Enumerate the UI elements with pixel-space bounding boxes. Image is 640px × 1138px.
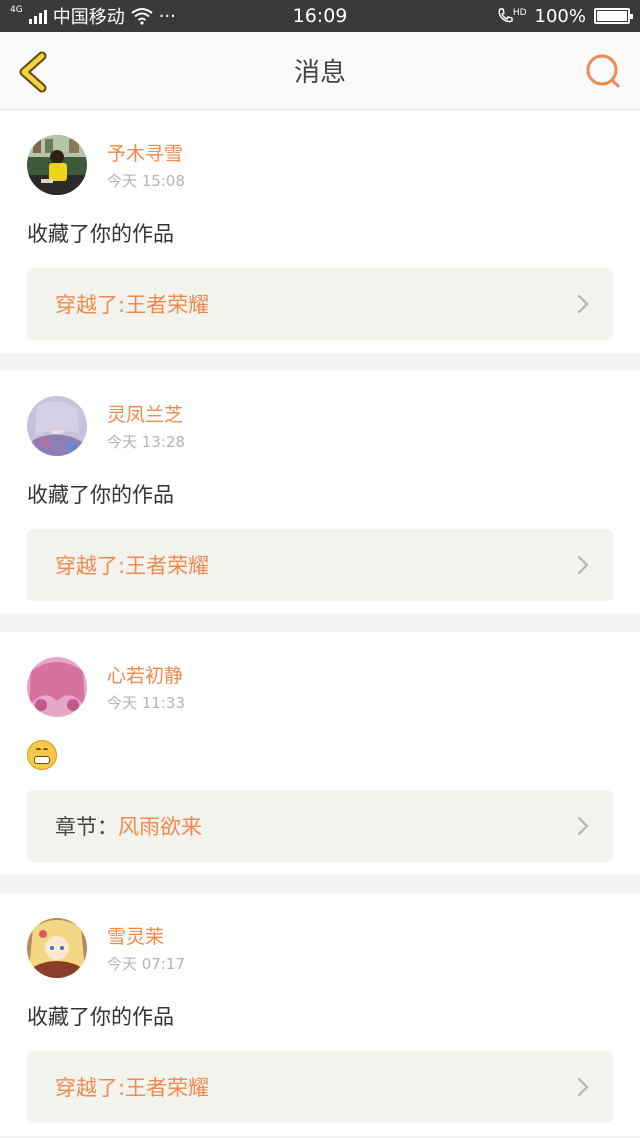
message-card: 灵凤兰芝 今天 13:28 收藏了你的作品 穿越了:王者荣耀 (0, 371, 640, 614)
chapter-link[interactable]: 章节： 风雨欲来 (27, 790, 613, 862)
battery-icon (594, 8, 633, 24)
username[interactable]: 予木寻雪 (107, 139, 185, 166)
message-time: 今天 13:28 (107, 433, 185, 451)
work-link[interactable]: 穿越了:王者荣耀 (27, 529, 613, 601)
user-meta: 雪灵茉 今天 07:17 (107, 922, 185, 974)
hd-badge: HD (512, 8, 527, 18)
chapter-prefix: 章节： (55, 815, 118, 839)
message-content (27, 740, 613, 770)
chevron-right-icon (577, 294, 589, 314)
chapter-title: 风雨欲来 (118, 815, 202, 839)
work-title: 穿越了:王者荣耀 (55, 1076, 210, 1100)
message-card: 予木寻雪 今天 15:08 收藏了你的作品 穿越了:王者荣耀 (0, 110, 640, 353)
carrier-name: 中国移动 (52, 7, 125, 28)
message-time: 今天 07:17 (107, 955, 185, 973)
work-title: 穿越了:王者荣耀 (55, 293, 210, 317)
grinning-emoji-icon (27, 740, 57, 770)
avatar[interactable] (27, 135, 87, 195)
hd-call-icon: HD (497, 8, 527, 24)
avatar[interactable] (27, 918, 87, 978)
message-time: 今天 11:33 (107, 694, 185, 712)
work-title: 穿越了:王者荣耀 (55, 554, 210, 578)
chevron-right-icon (577, 816, 589, 836)
message-time: 今天 15:08 (107, 172, 185, 190)
message-text: 收藏了你的作品 (27, 222, 174, 246)
message-card: 雪灵茉 今天 07:17 收藏了你的作品 穿越了:王者荣耀 (0, 893, 640, 1136)
message-text: 收藏了你的作品 (27, 483, 174, 507)
user-meta: 心若初静 今天 11:33 (107, 661, 185, 713)
search-button[interactable] (584, 52, 624, 92)
user-meta: 灵凤兰芝 今天 13:28 (107, 400, 185, 452)
status-right: HD 100% (497, 5, 633, 27)
status-more: ··· (158, 5, 176, 27)
message-text: 收藏了你的作品 (27, 1005, 174, 1029)
chevron-right-icon (577, 555, 589, 575)
network-type: 4G (10, 5, 23, 15)
back-button[interactable] (14, 50, 58, 94)
status-left: 4G 中国移动 ··· (10, 3, 176, 29)
wifi-icon (131, 8, 153, 25)
chevron-left-icon (19, 51, 47, 93)
message-header: 雪灵茉 今天 07:17 (27, 917, 613, 979)
avatar[interactable] (27, 396, 87, 456)
username[interactable]: 心若初静 (107, 661, 185, 688)
message-list: 予木寻雪 今天 15:08 收藏了你的作品 穿越了:王者荣耀 灵凤兰芝 今天 1… (0, 110, 640, 1136)
message-header: 予木寻雪 今天 15:08 (27, 134, 613, 196)
page-title: 消息 (293, 58, 346, 88)
message-header: 心若初静 今天 11:33 (27, 656, 613, 718)
username[interactable]: 雪灵茉 (107, 922, 185, 949)
chevron-right-icon (577, 1077, 589, 1097)
username[interactable]: 灵凤兰芝 (107, 400, 185, 427)
work-link[interactable]: 穿越了:王者荣耀 (27, 1051, 613, 1123)
avatar[interactable] (27, 657, 87, 717)
message-card: 心若初静 今天 11:33 章节： 风雨欲来 (0, 632, 640, 875)
message-header: 灵凤兰芝 今天 13:28 (27, 395, 613, 457)
search-icon (586, 54, 620, 88)
work-link[interactable]: 穿越了:王者荣耀 (27, 268, 613, 340)
status-bar: 4G 中国移动 ··· 16:09 HD 100% (0, 0, 640, 32)
app-header: 消息 (0, 32, 640, 110)
user-meta: 予木寻雪 今天 15:08 (107, 139, 185, 191)
battery-percent: 100% (534, 5, 586, 27)
signal-icon (28, 8, 47, 24)
battery-fill (597, 11, 627, 21)
